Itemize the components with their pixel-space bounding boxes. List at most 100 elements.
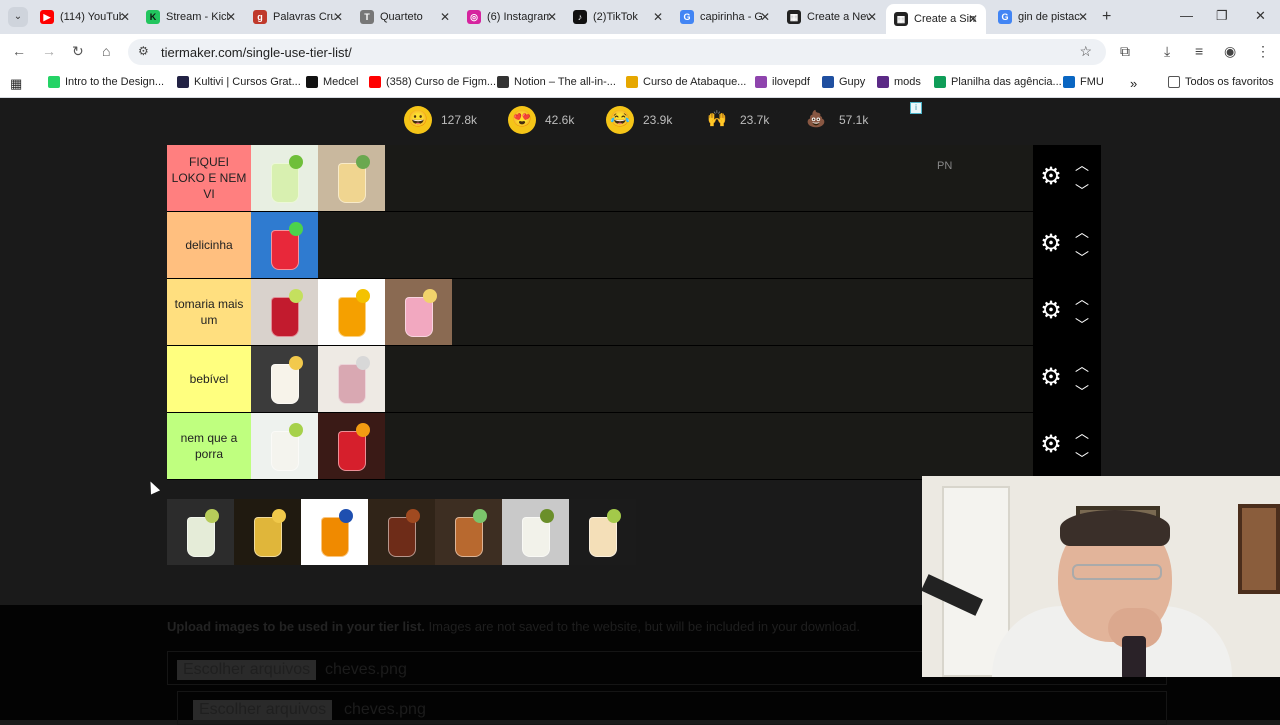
drink-image[interactable] <box>502 499 569 565</box>
kebab-menu-icon[interactable]: ⋮ <box>1256 43 1270 60</box>
tab-instagram[interactable]: ◎ (6) Instagram ✕ <box>467 6 557 28</box>
close-icon[interactable]: ✕ <box>120 10 130 24</box>
extensions-icon[interactable]: ⧉ <box>1120 43 1130 60</box>
chevron-up-icon[interactable]: ︿ <box>1075 155 1089 175</box>
close-icon[interactable]: ✕ <box>547 10 557 24</box>
chevron-down-icon[interactable]: ﹀ <box>1075 315 1089 335</box>
gear-icon[interactable]: ⚙ <box>1039 232 1063 256</box>
url-omnibox[interactable]: ⚙ tiermaker.com/single-use-tier-list/ ☆ <box>128 39 1106 65</box>
drink-image[interactable] <box>385 279 452 345</box>
choose-files-button[interactable]: Escolher arquivos <box>193 700 333 720</box>
new-tab-plus-icon[interactable]: + <box>1102 8 1111 26</box>
bookmark-item[interactable]: Planilha das agência... <box>934 76 1062 88</box>
tab-kick[interactable]: K Stream - Kick ✕ <box>146 6 236 28</box>
chevron-down-icon[interactable]: ﹀ <box>1075 382 1089 402</box>
chevron-up-icon[interactable]: ︿ <box>1075 289 1089 309</box>
tier-label[interactable]: tomaria mais um <box>167 279 251 345</box>
bookmark-star-icon[interactable]: ☆ <box>1079 43 1092 60</box>
tier-label[interactable]: delicinha <box>167 212 251 278</box>
site-info-icon[interactable]: ⚙ <box>138 44 149 58</box>
close-icon[interactable]: ✕ <box>867 10 877 24</box>
choose-files-button[interactable]: Escolher arquivos <box>177 660 317 680</box>
drink-image[interactable] <box>318 145 385 211</box>
tab-google-capirinha[interactable]: G capirinha - Google ✕ <box>680 6 770 28</box>
bookmark-item[interactable]: Gupy <box>822 76 865 88</box>
reaction-poop[interactable]: 💩 57.1k <box>802 106 868 134</box>
back-arrow-icon[interactable]: ← <box>12 43 26 59</box>
tier-row: tomaria mais um ⚙ ︿ ﹀ <box>167 279 1101 346</box>
forward-arrow-icon[interactable]: → <box>42 43 56 59</box>
gear-icon[interactable]: ⚙ <box>1039 366 1063 390</box>
close-icon[interactable]: ✕ <box>333 10 343 24</box>
reaction-heart-eyes[interactable]: 😍 42.6k <box>508 106 574 134</box>
drink-image[interactable] <box>251 145 318 211</box>
more-bookmarks-chevron-icon[interactable]: » <box>1130 76 1137 91</box>
chevron-down-icon[interactable]: ﹀ <box>1075 248 1089 268</box>
tab-tiktok[interactable]: ♪ (2)TikTok ✕ <box>573 6 663 28</box>
close-icon[interactable]: ✕ <box>653 10 663 24</box>
bookmark-item[interactable]: ilovepdf <box>755 76 810 88</box>
bookmark-item[interactable]: (358) Curso de Figm... <box>369 76 496 88</box>
reaction-laugh[interactable]: 😂 23.9k <box>606 106 672 134</box>
drink-image[interactable] <box>318 279 385 345</box>
reaction-smile[interactable]: 😀 127.8k <box>404 106 477 134</box>
close-icon[interactable]: ✕ <box>760 10 770 24</box>
minimize-icon[interactable]: — <box>1180 8 1193 23</box>
chevron-down-icon[interactable]: ﹀ <box>1075 449 1089 469</box>
drink-image[interactable] <box>435 499 502 565</box>
bookmark-item[interactable]: mods <box>877 76 921 88</box>
close-icon[interactable]: ✕ <box>968 12 978 26</box>
drink-image[interactable] <box>368 499 435 565</box>
url-text[interactable]: tiermaker.com/single-use-tier-list/ <box>161 45 352 60</box>
bookmark-item[interactable]: Notion – The all-in-... <box>497 76 616 88</box>
reaction-raised-hands[interactable]: 🙌 23.7k <box>703 106 769 134</box>
download-icon[interactable]: ⤓ <box>1164 43 1170 60</box>
bookmark-item[interactable]: Kultivi | Cursos Grat... <box>177 76 301 88</box>
tab-youtube[interactable]: ▶ (114) YouTube ✕ <box>40 6 130 28</box>
chevron-up-icon[interactable]: ︿ <box>1075 222 1089 242</box>
all-bookmarks-folder[interactable]: Todos os favoritos <box>1168 76 1274 88</box>
drink-image[interactable] <box>251 413 318 479</box>
bookmark-item[interactable]: Intro to the Design... <box>48 76 164 88</box>
gear-icon[interactable]: ⚙ <box>1039 299 1063 323</box>
drink-image[interactable] <box>301 499 368 565</box>
drink-image[interactable] <box>318 346 385 412</box>
bookmark-item[interactable]: Curso de Atabaque... <box>626 76 746 88</box>
tier-label[interactable]: nem que a porra <box>167 413 251 479</box>
bookmark-item[interactable]: Medcel <box>306 76 358 88</box>
gear-icon[interactable]: ⚙ <box>1039 165 1063 189</box>
ad-choices-icon[interactable]: i <box>910 102 922 114</box>
tab-palavras[interactable]: g Palavras Cruzadas ✕ <box>253 6 343 28</box>
close-icon[interactable]: ✕ <box>226 10 236 24</box>
reload-icon[interactable]: ↻ <box>72 43 84 60</box>
chevron-up-icon[interactable]: ︿ <box>1075 423 1089 443</box>
tier-label[interactable]: FIQUEI LOKO E NEM VI <box>167 145 251 211</box>
window-close-icon[interactable]: ✕ <box>1255 8 1266 24</box>
apps-grid-icon[interactable]: ▦ <box>10 76 22 92</box>
drink-image[interactable] <box>167 499 234 565</box>
tab-create-single-active[interactable]: ▦ Create a Single ✕ <box>886 4 986 34</box>
drink-image[interactable] <box>569 499 636 565</box>
bookmark-item[interactable]: FMU <box>1063 76 1104 88</box>
drink-image[interactable] <box>318 413 385 479</box>
chevron-up-icon[interactable]: ︿ <box>1075 356 1089 376</box>
drink-image[interactable] <box>251 346 318 412</box>
drink-image[interactable] <box>251 279 318 345</box>
home-icon[interactable]: ⌂ <box>102 43 110 59</box>
tab-google-gin[interactable]: G gin de pistache ✕ <box>998 6 1088 28</box>
tab-quarteto[interactable]: T Quarteto ✕ <box>360 6 450 28</box>
reading-list-icon[interactable]: ≡ <box>1195 43 1203 59</box>
profile-avatar-icon[interactable]: ◉ <box>1224 43 1236 60</box>
tab-search-button[interactable]: ⌄ <box>8 7 28 27</box>
drink-image[interactable] <box>251 212 318 278</box>
bookmarks-bar: ▦ Intro to the Design... Kultivi | Curso… <box>0 70 1280 98</box>
restore-icon[interactable]: ❐ <box>1216 8 1228 24</box>
gear-icon[interactable]: ⚙ <box>1039 433 1063 457</box>
close-icon[interactable]: ✕ <box>1078 10 1088 24</box>
tab-create-new[interactable]: ▦ Create a New ✕ <box>787 6 877 28</box>
close-icon[interactable]: ✕ <box>440 10 450 24</box>
drink-image[interactable] <box>234 499 301 565</box>
tier-label[interactable]: bebível <box>167 346 251 412</box>
heart-eyes-emoji-icon: 😍 <box>508 106 536 134</box>
chevron-down-icon[interactable]: ﹀ <box>1075 181 1089 201</box>
